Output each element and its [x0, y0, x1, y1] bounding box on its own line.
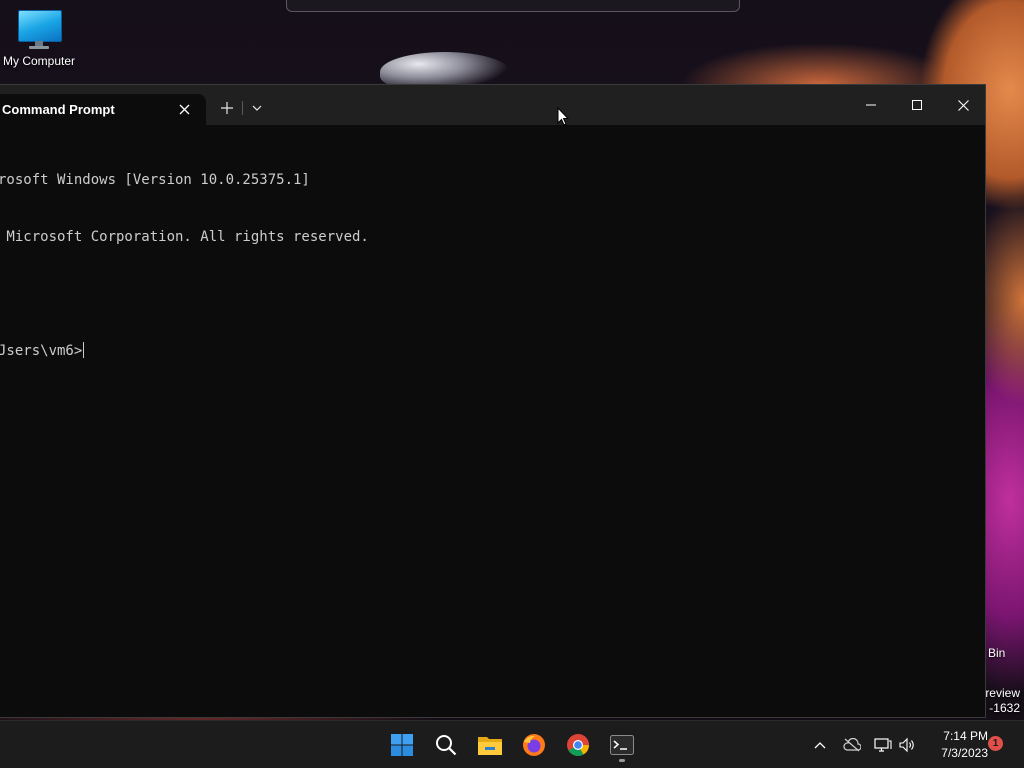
windows-start-icon	[391, 734, 413, 756]
notification-badge[interactable]: 1	[988, 736, 1003, 751]
chrome-button[interactable]	[558, 725, 598, 765]
maximize-icon	[912, 100, 922, 110]
chevron-down-icon	[252, 105, 262, 111]
clock-date: 7/3/2023	[941, 746, 988, 760]
console-output[interactable]: rosoft Windows [Version 10.0.25375.1] Mi…	[0, 133, 985, 399]
clock-time: 7:14 PM	[943, 729, 988, 743]
watermark-line-1: review	[985, 686, 1020, 700]
search-icon	[436, 735, 457, 756]
console-line: Microsoft Corporation. All rights reserv…	[0, 229, 369, 245]
terminal-window[interactable]: Command Prompt rosoft Windows [Version 1…	[0, 84, 986, 718]
tab-title: Command Prompt	[2, 102, 115, 117]
tab-dropdown-button[interactable]	[243, 95, 271, 121]
new-tab-button[interactable]	[213, 95, 241, 121]
chrome-icon	[567, 734, 589, 756]
mouse-cursor-icon	[557, 107, 569, 126]
terminal-titlebar[interactable]: Command Prompt	[0, 85, 985, 125]
plus-icon	[221, 102, 233, 114]
text-caret	[83, 342, 85, 358]
running-indicator	[619, 759, 625, 762]
onedrive-icon	[843, 738, 861, 752]
network-button[interactable]	[872, 721, 894, 768]
console-line: rosoft Windows [Version 10.0.25375.1]	[0, 172, 310, 188]
desktop-top-bar	[286, 0, 740, 12]
search-button[interactable]	[426, 725, 466, 765]
network-icon	[874, 738, 892, 752]
close-icon	[957, 99, 969, 111]
close-button[interactable]	[940, 85, 986, 125]
desktop-icon-label: My Computer	[2, 54, 76, 68]
desktop-icon-my-computer[interactable]: My Computer	[0, 8, 78, 68]
taskbar-clock[interactable]: 7:14 PM 7/3/2023	[924, 728, 988, 762]
console-prompt-line[interactable]: Jsers\vm6>	[0, 342, 985, 361]
watermark-line-2: -1632	[989, 701, 1020, 715]
maximize-button[interactable]	[894, 85, 940, 125]
firefox-button[interactable]	[514, 725, 554, 765]
start-button[interactable]	[382, 725, 422, 765]
terminal-icon	[610, 735, 634, 755]
volume-button[interactable]	[896, 721, 918, 768]
firefox-icon	[523, 734, 545, 756]
tab-close-button[interactable]	[174, 100, 194, 120]
taskbar: 7:14 PM 7/3/2023	[0, 720, 1024, 768]
volume-icon	[899, 737, 914, 753]
onedrive-button[interactable]	[840, 721, 864, 768]
desktop-icon-recycle-bin-label[interactable]: Bin	[988, 646, 1005, 660]
console-prompt: Jsers\vm6>	[0, 343, 83, 359]
show-hidden-icons-button[interactable]	[808, 721, 832, 768]
tab-command-prompt[interactable]: Command Prompt	[0, 94, 206, 125]
computer-icon	[18, 10, 62, 50]
file-explorer-button[interactable]	[470, 725, 510, 765]
chevron-up-icon	[814, 742, 826, 749]
folder-icon	[478, 737, 502, 755]
terminal-taskbar-button[interactable]	[602, 725, 642, 765]
close-icon	[179, 104, 189, 115]
minimize-icon	[866, 104, 876, 106]
minimize-button[interactable]	[848, 85, 894, 125]
